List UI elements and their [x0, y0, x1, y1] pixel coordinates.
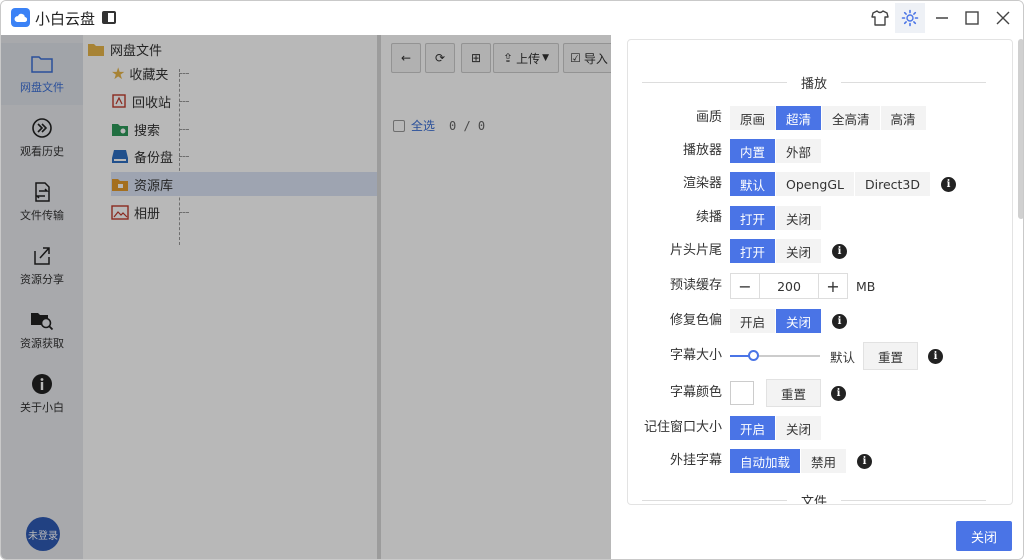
setting-label: 字幕颜色	[669, 385, 722, 400]
setting-label: 渲染器	[682, 176, 722, 191]
setting-skip-intro: 片头片尾 打开 关闭 i	[628, 239, 1012, 263]
info-icon[interactable]: i	[941, 176, 957, 192]
close-window-icon[interactable]	[988, 3, 1018, 33]
setting-label: 续播	[695, 210, 722, 225]
skip-intro-segmented: 打开 关闭 i	[730, 239, 848, 263]
quality-option[interactable]: 高清	[880, 106, 927, 130]
quality-segmented: 原画 超清 全高清 高清	[730, 106, 927, 130]
setting-player: 播放器 内置 外部	[628, 139, 1012, 163]
setting-label: 修复色偏	[669, 313, 722, 328]
color-fix-option[interactable]: 开启	[730, 309, 777, 333]
quality-option[interactable]: 原画	[730, 106, 777, 130]
subtitle-size-slider[interactable]	[730, 344, 820, 368]
reset-size-button[interactable]: 重置	[863, 342, 919, 370]
setting-external-subs: 外挂字幕 自动加载 禁用 i	[628, 449, 1012, 473]
setting-label: 记住窗口大小	[643, 420, 722, 435]
settings-scrollbar[interactable]	[1018, 39, 1023, 219]
color-fix-option[interactable]: 关闭	[776, 309, 823, 333]
app-window: 小白云盘 网盘文件 观看历史 文件传输 资源分享 资源获取 关于小白 未登录 网…	[0, 0, 1024, 560]
renderer-option[interactable]: 默认	[730, 172, 777, 196]
player-option[interactable]: 外部	[776, 139, 823, 163]
remember-window-segmented: 开启 关闭	[730, 416, 823, 440]
setting-quality: 画质 原画 超清 全高清 高清	[628, 106, 1012, 130]
skip-intro-option[interactable]: 关闭	[776, 239, 823, 263]
setting-label: 字幕大小	[669, 348, 722, 363]
info-icon[interactable]: i	[928, 348, 944, 364]
info-icon[interactable]: i	[831, 385, 847, 401]
resume-option[interactable]: 关闭	[776, 206, 823, 230]
setting-label: 片头片尾	[669, 243, 722, 258]
theme-shirt-icon[interactable]	[865, 3, 895, 33]
color-swatch[interactable]	[730, 381, 754, 405]
cloud-logo-icon	[11, 8, 30, 27]
preload-value[interactable]: 200	[759, 274, 819, 298]
player-segmented: 内置 外部	[730, 139, 823, 163]
minimize-icon[interactable]	[927, 3, 957, 33]
resume-segmented: 打开 关闭	[730, 206, 823, 230]
external-subs-segmented: 自动加载 禁用 i	[730, 449, 873, 473]
setting-resume: 续播 打开 关闭	[628, 206, 1012, 230]
external-subs-option[interactable]: 自动加载	[730, 449, 802, 473]
info-icon[interactable]: i	[832, 313, 848, 329]
setting-renderer: 渲染器 默认 OpengGL Direct3D i	[628, 172, 1012, 196]
section-header-file: 文件	[642, 490, 987, 505]
setting-subtitle-color: 字幕颜色 重置 i	[628, 379, 1012, 407]
maximize-icon[interactable]	[957, 3, 987, 33]
preload-unit: MB	[856, 278, 876, 294]
preload-stepper: − 200 +	[730, 273, 848, 299]
section-header-play: 播放	[642, 72, 987, 92]
resume-option[interactable]: 打开	[730, 206, 777, 230]
modal-overlay[interactable]	[1, 35, 611, 559]
remember-window-option[interactable]: 开启	[730, 416, 777, 440]
setting-color-fix: 修复色偏 开启 关闭 i	[628, 309, 1012, 333]
quality-option[interactable]: 超清	[776, 106, 823, 130]
section-title: 播放	[801, 76, 828, 92]
preload-stepper-row: − 200 + MB	[730, 273, 876, 299]
title-bar: 小白云盘	[1, 1, 1023, 35]
setting-preload: 预读缓存 − 200 + MB	[628, 273, 1012, 299]
subtitle-size-row: 默认 重置 i	[730, 342, 944, 370]
sidebar-toggle-icon[interactable]	[102, 11, 116, 24]
app-title: 小白云盘	[35, 10, 96, 28]
settings-drawer: 播放 画质 原画 超清 全高清 高清 播放器 内置 外部 渲染器 默认 Open…	[611, 35, 1023, 559]
increment-button[interactable]: +	[819, 274, 847, 298]
remember-window-option[interactable]: 关闭	[776, 416, 823, 440]
setting-remember-window: 记住窗口大小 开启 关闭	[628, 416, 1012, 440]
renderer-option[interactable]: Direct3D	[855, 172, 932, 196]
setting-label: 播放器	[682, 143, 722, 158]
setting-label: 画质	[695, 110, 722, 125]
skip-intro-option[interactable]: 打开	[730, 239, 777, 263]
external-subs-option[interactable]: 禁用	[801, 449, 848, 473]
color-fix-segmented: 开启 关闭 i	[730, 309, 848, 333]
quality-option[interactable]: 全高清	[822, 106, 881, 130]
info-icon[interactable]: i	[832, 243, 848, 259]
decrement-button[interactable]: −	[731, 274, 759, 298]
subtitle-size-value: 默认	[830, 349, 856, 365]
renderer-segmented: 默认 OpengGL Direct3D i	[730, 172, 957, 196]
setting-subtitle-size: 字幕大小 默认 重置 i	[628, 342, 1012, 370]
reset-color-button[interactable]: 重置	[766, 379, 822, 407]
setting-label: 预读缓存	[669, 278, 722, 293]
setting-label: 外挂字幕	[669, 453, 722, 468]
settings-gear-icon[interactable]	[895, 3, 925, 33]
player-option[interactable]: 内置	[730, 139, 777, 163]
close-settings-button[interactable]: 关闭	[956, 521, 1012, 551]
subtitle-color-row: 重置 i	[730, 379, 847, 407]
renderer-option[interactable]: OpengGL	[776, 172, 855, 196]
section-title: 文件	[801, 494, 828, 505]
slider-thumb[interactable]	[747, 350, 759, 361]
settings-panel: 播放 画质 原画 超清 全高清 高清 播放器 内置 外部 渲染器 默认 Open…	[627, 39, 1013, 505]
info-icon[interactable]: i	[857, 453, 873, 469]
